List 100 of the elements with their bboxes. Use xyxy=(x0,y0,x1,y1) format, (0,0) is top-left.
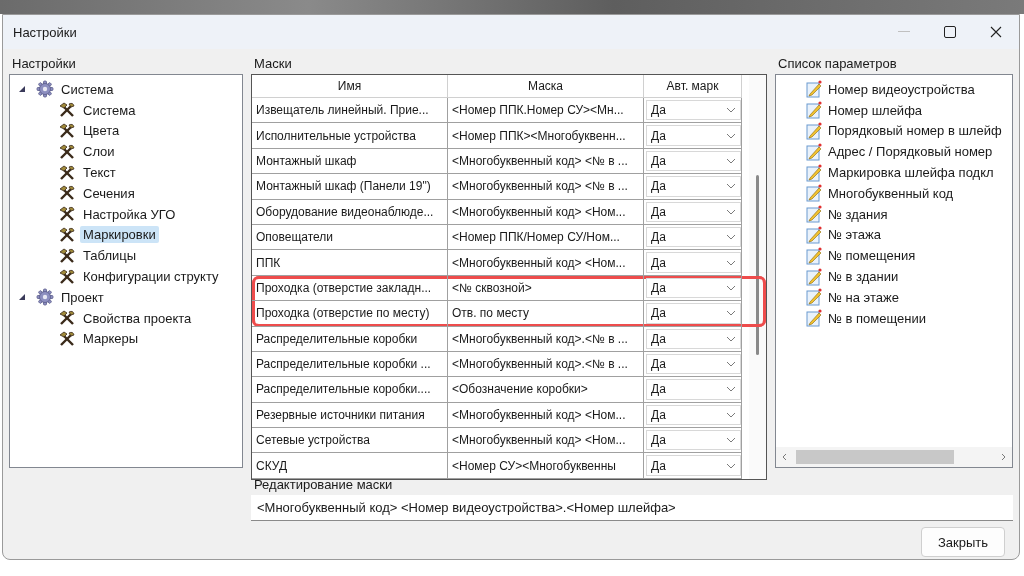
chevron-down-icon xyxy=(726,258,736,267)
tools-icon xyxy=(58,310,76,327)
chevron-down-icon xyxy=(726,283,736,292)
table-cell: Проходка (отверстие закладн... xyxy=(252,275,448,302)
tree-item[interactable]: Таблицы xyxy=(80,247,140,265)
tree-item[interactable]: Текст xyxy=(80,164,119,182)
parameter-item[interactable]: № в помещении xyxy=(828,310,926,326)
tree-item[interactable]: Свойства проекта xyxy=(80,309,195,327)
parameter-item[interactable]: Номер шлейфа xyxy=(828,102,923,118)
auto-mark-select[interactable]: Да xyxy=(646,303,741,324)
tools-icon xyxy=(58,226,76,243)
column-header[interactable]: Авт. марк xyxy=(644,75,742,98)
auto-mark-select[interactable]: Да xyxy=(646,404,741,426)
table-cell: <№ сквозной> xyxy=(448,275,644,302)
table-cell: Монтажный шкаф xyxy=(252,148,448,175)
chevron-down-icon xyxy=(726,385,736,394)
auto-mark-select[interactable]: Да xyxy=(646,430,741,451)
pencil-icon xyxy=(806,80,822,99)
tree-item[interactable]: Система xyxy=(58,80,117,98)
chevron-down-icon xyxy=(726,436,736,445)
auto-mark-select[interactable]: Да xyxy=(646,353,741,375)
table-cell: <Номер СУ><Многобуквенны xyxy=(448,453,644,479)
pencil-icon xyxy=(806,288,822,307)
table-cell: <Многобуквенный код>.<№ в ... xyxy=(448,351,644,378)
parameter-item[interactable]: № этажа xyxy=(828,227,881,243)
auto-mark-select[interactable]: Да xyxy=(646,150,741,172)
table-cell: <Многобуквенный код> <№ в ... xyxy=(448,174,644,200)
auto-mark-select[interactable]: Да xyxy=(646,176,741,197)
tools-icon xyxy=(58,206,76,223)
table-cell: Проходка (отверстие по месту) xyxy=(252,301,448,327)
tools-icon xyxy=(58,102,76,119)
tools-icon xyxy=(58,247,76,264)
parameter-item[interactable]: Многобуквенный код xyxy=(828,185,954,201)
tree-item[interactable]: Проект xyxy=(58,288,107,306)
table-cell: Распределительные коробки.... xyxy=(252,377,448,403)
parameter-item[interactable]: № в здании xyxy=(828,269,899,285)
parameter-item[interactable]: № помещения xyxy=(828,248,916,264)
tree-item[interactable]: Цвета xyxy=(80,122,123,140)
parameter-item[interactable]: Номер видеоустройства xyxy=(828,81,975,97)
table-cell: Резервные источники питания xyxy=(252,402,448,429)
chevron-down-icon xyxy=(726,334,736,343)
expanded-arrow-icon[interactable] xyxy=(18,293,26,302)
table-cell: ППК xyxy=(252,250,448,276)
tree-item[interactable]: Маркировки xyxy=(80,226,159,244)
table-cell: Распределительные коробки ... xyxy=(252,351,448,378)
auto-mark-select[interactable]: Да xyxy=(646,252,741,273)
auto-mark-select[interactable]: Да xyxy=(646,226,741,248)
tree-item[interactable]: Сечения xyxy=(80,184,138,202)
tree-item[interactable]: Слои xyxy=(80,143,118,161)
chevron-down-icon xyxy=(726,182,736,191)
vertical-scrollbar[interactable] xyxy=(749,75,766,479)
table-cell: Оборудование видеонаблюде... xyxy=(252,199,448,225)
tree-item[interactable]: Настройка УГО xyxy=(80,205,179,223)
parameter-item[interactable]: Маркировка шлейфа подкл xyxy=(828,165,994,181)
gear-icon xyxy=(36,288,54,307)
table-cell: СКУД xyxy=(252,453,448,479)
table-cell: Распределительные коробки xyxy=(252,326,448,352)
tree-item[interactable]: Маркеры xyxy=(80,330,142,348)
column-header[interactable]: Имя xyxy=(252,75,448,98)
tools-icon xyxy=(58,330,76,347)
pencil-icon xyxy=(806,309,822,328)
mask-input-field[interactable]: <Многобуквенный код> <Номер видеоустройства>.<Номер шлейфа> xyxy=(251,495,1013,521)
group-title: Список параметров xyxy=(777,55,898,73)
auto-mark-select[interactable]: Да xyxy=(646,328,741,349)
auto-mark-select[interactable]: Да xyxy=(646,277,741,299)
chevron-down-icon xyxy=(726,410,736,419)
pencil-icon xyxy=(806,163,822,182)
chevron-down-icon xyxy=(726,461,736,470)
auto-mark-select[interactable]: Да xyxy=(646,201,741,222)
group-title: Маски xyxy=(253,55,293,73)
table-cell: <Номер ППК><Многобуквенн... xyxy=(448,123,644,149)
auto-mark-select[interactable]: Да xyxy=(646,100,741,121)
table-cell: <Многобуквенный код> <Ном... xyxy=(448,428,644,454)
table-cell: <Обозначение коробки> xyxy=(448,377,644,403)
chevron-down-icon xyxy=(726,309,736,318)
horizontal-scrollbar[interactable] xyxy=(776,447,1012,467)
table-cell: <Многобуквенный код> <Ном... xyxy=(448,250,644,276)
chevron-down-icon xyxy=(726,360,736,369)
column-header[interactable]: Маска xyxy=(448,75,644,98)
parameter-item[interactable]: Порядковый номер в шлейф xyxy=(828,123,1002,139)
tree-item[interactable]: Конфигурации структу xyxy=(80,268,222,286)
close-button[interactable]: Закрыть xyxy=(921,527,1005,557)
auto-mark-select[interactable]: Да xyxy=(646,379,741,400)
parameter-item[interactable]: № на этаже xyxy=(828,289,899,305)
table-cell: Оповещатели xyxy=(252,224,448,251)
close-icon xyxy=(990,26,1002,38)
parameter-item[interactable]: № здания xyxy=(828,206,888,222)
tools-icon xyxy=(58,123,76,139)
tree-item[interactable]: Система xyxy=(80,101,139,119)
auto-mark-select[interactable]: Да xyxy=(646,125,741,146)
expanded-arrow-icon[interactable] xyxy=(18,85,26,94)
group-title: Настройки xyxy=(11,55,77,73)
chevron-down-icon xyxy=(726,233,736,242)
parameter-item[interactable]: Адрес / Порядковый номер xyxy=(828,144,993,160)
pencil-icon xyxy=(806,122,822,140)
tools-icon xyxy=(58,185,76,202)
table-cell: Монтажный шкаф (Панели 19") xyxy=(252,174,448,200)
auto-mark-select[interactable]: Да xyxy=(646,455,741,476)
tools-icon xyxy=(58,143,76,160)
pencil-icon xyxy=(806,246,822,265)
